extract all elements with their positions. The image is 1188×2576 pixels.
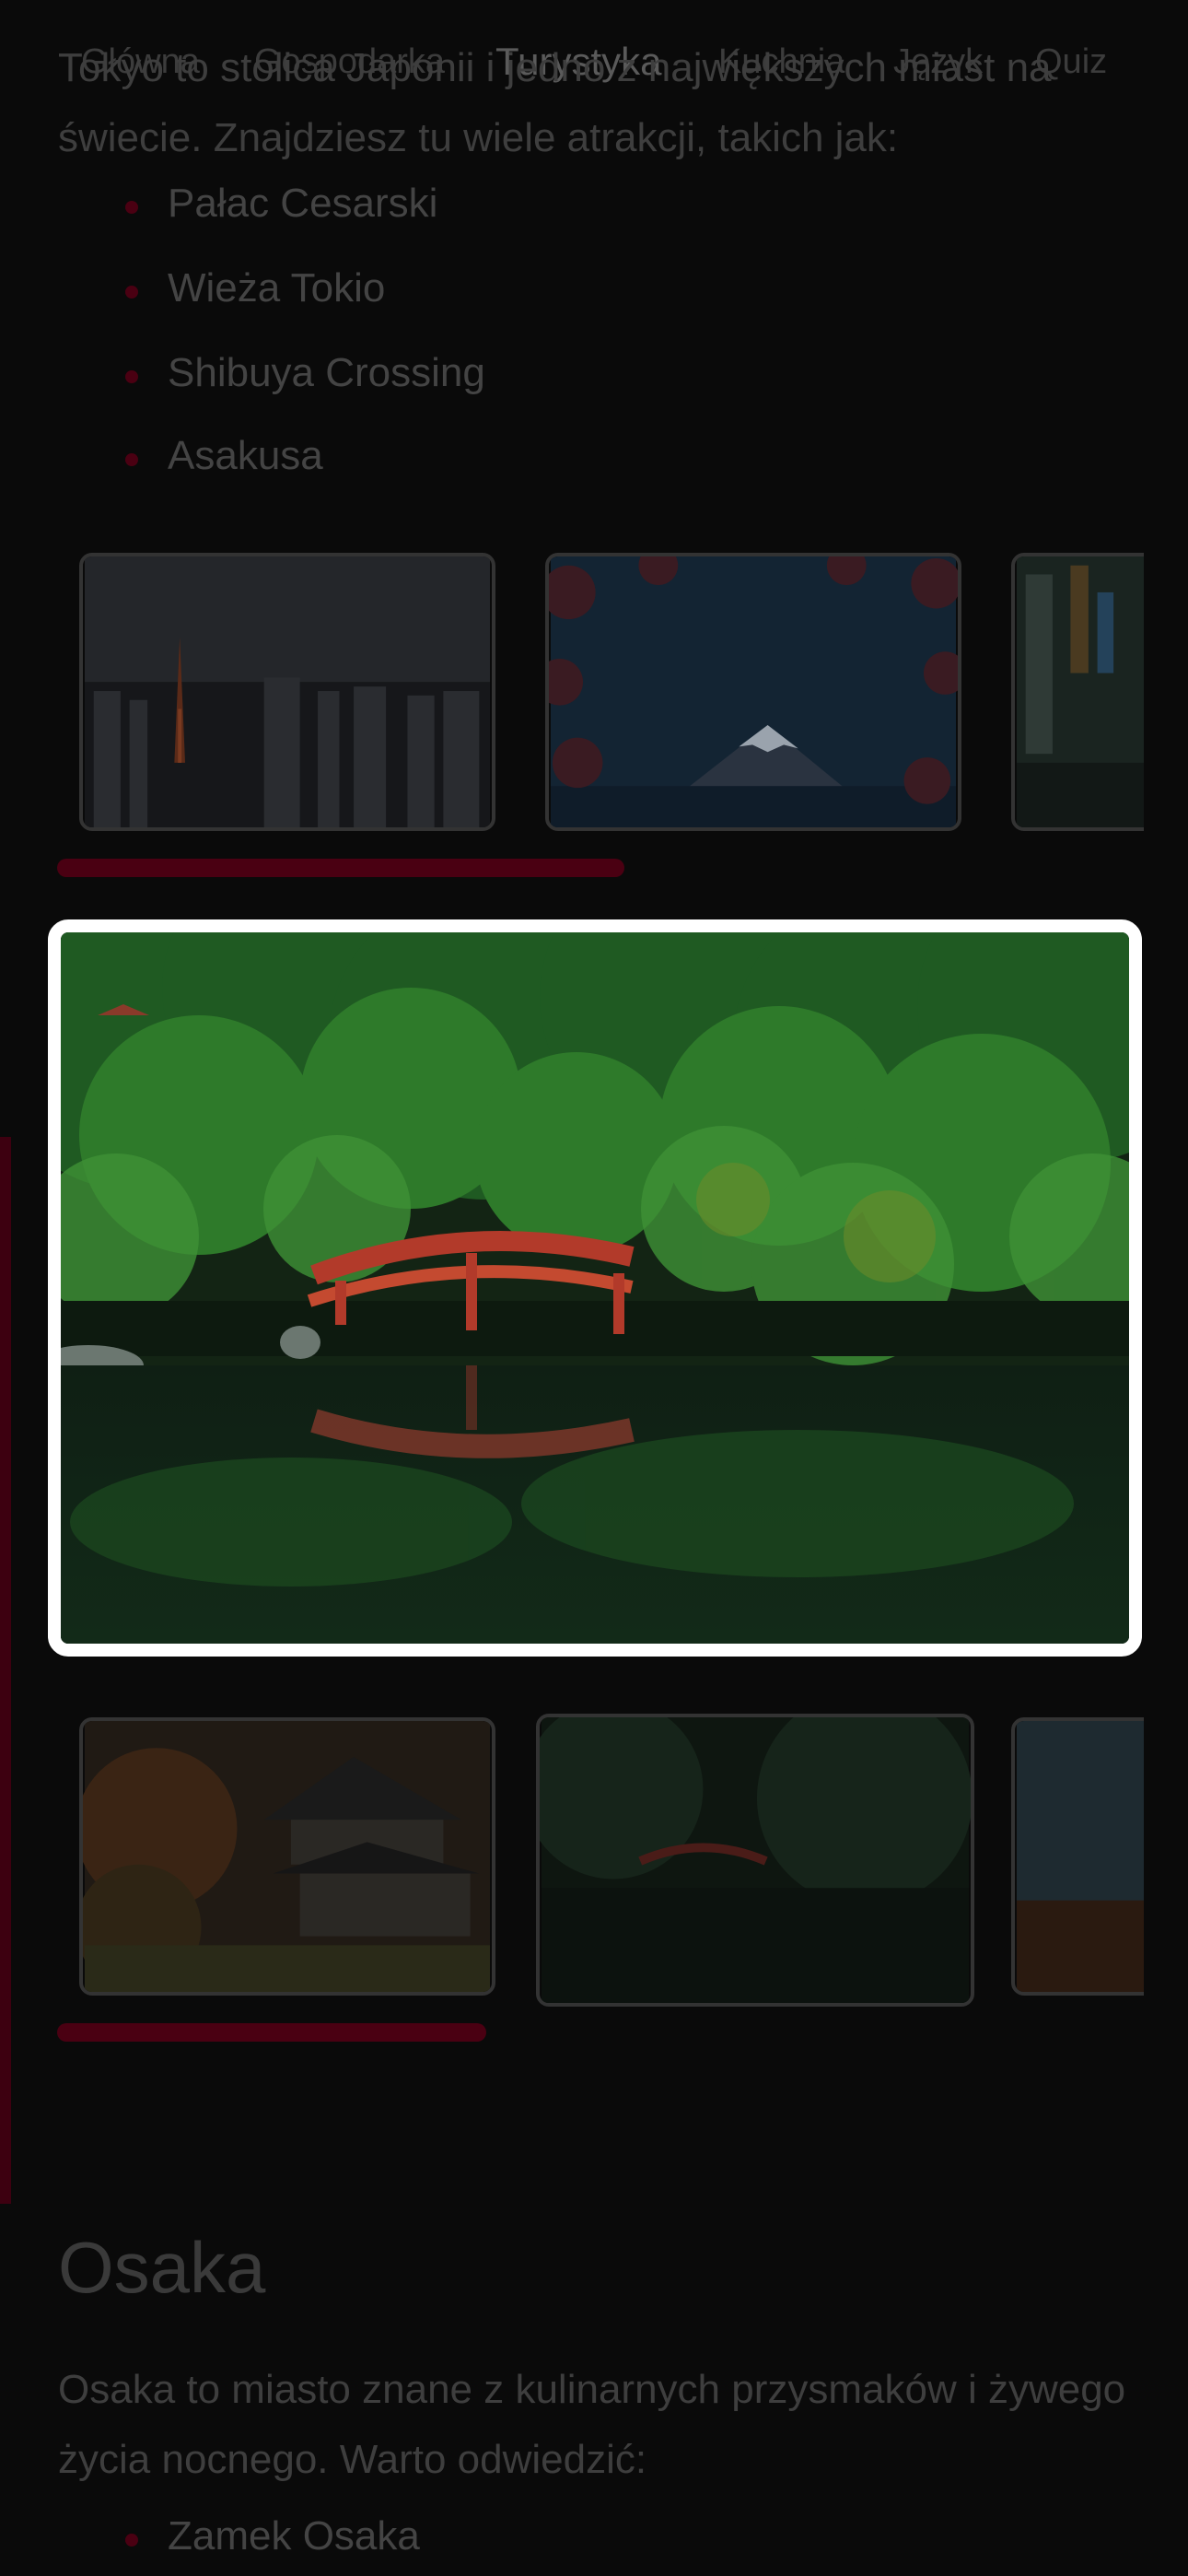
mount-fuji-icon (549, 556, 958, 827)
bridge-photo-icon (61, 932, 1129, 1644)
section-title-osaka: Osaka (58, 2227, 266, 2308)
kyoto-carousel[interactable] (57, 1714, 1144, 2008)
tokyo-carousel[interactable] (57, 551, 1144, 838)
lightbox-image[interactable] (48, 919, 1142, 1657)
bridge-icon (540, 1717, 971, 2003)
shibuya-street-icon (1016, 556, 1144, 827)
list-item: Zamek Osaka (125, 2513, 420, 2558)
tokyo-intro: Tokyo to stolica Japonii i jedno z najwi… (58, 45, 1052, 160)
list-item: Wieża Tokio (124, 265, 386, 310)
section-accent-bar (0, 1137, 11, 2204)
landscape-icon (1016, 1721, 1144, 1992)
kyoto-carousel-progress (57, 2023, 486, 2042)
list-item: Pałac Cesarski (124, 181, 438, 226)
carousel-thumb-tokyo-skyline[interactable] (79, 553, 495, 831)
tokyo-carousel-progress (57, 859, 624, 877)
carousel-thumb-shibuya[interactable] (1011, 553, 1144, 831)
list-item: Asakusa (125, 433, 323, 478)
osaka-intro: Osaka to miasto znane z kulinarnych przy… (58, 2367, 1126, 2482)
carousel-thumb-bridge[interactable] (536, 1714, 974, 2007)
page: Główna Gospodarka Turystyka Kuchnia Języ… (0, 0, 1188, 2576)
carousel-thumb-landscape[interactable] (1011, 1717, 1144, 1996)
list-item: Shibuya Crossing (125, 350, 485, 395)
carousel-thumb-mount-fuji[interactable] (545, 553, 961, 831)
temple-icon (83, 1721, 491, 1992)
carousel-thumb-temple[interactable] (79, 1717, 495, 1996)
tokyo-skyline-icon (84, 556, 491, 827)
